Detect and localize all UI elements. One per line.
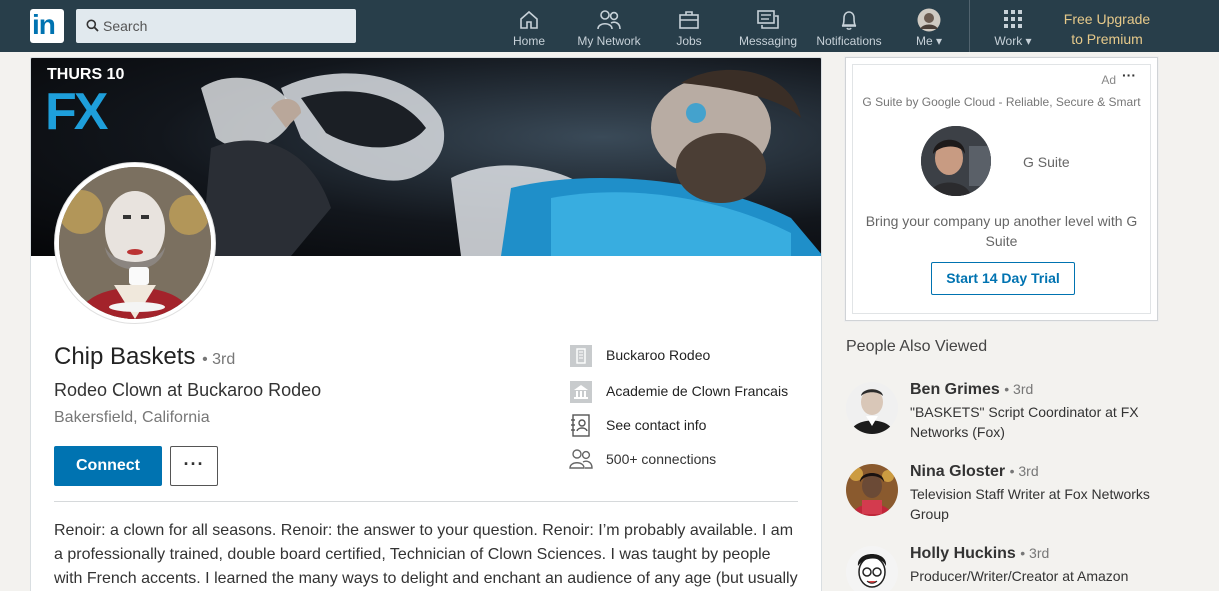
person-photo-art (846, 382, 898, 434)
profile-name-text: Chip Baskets (54, 343, 196, 370)
linkedin-logo[interactable]: in (30, 9, 64, 43)
ad-message: Bring your company up another level with… (865, 213, 1138, 249)
person-name: Ben Grimes • 3rd (910, 381, 1033, 399)
person-name-text: Ben Grimes (910, 381, 1000, 398)
messaging-icon (757, 10, 779, 29)
section-divider (54, 501, 798, 502)
search-icon (86, 19, 99, 32)
people-also-viewed-title: People Also Viewed (846, 338, 988, 355)
nav-jobs[interactable]: Jobs (664, 0, 714, 52)
work-text: Work (994, 34, 1023, 48)
fx-logo: FX (45, 83, 108, 141)
profile-photo-image (59, 167, 211, 319)
person-degree: • 3rd (1020, 545, 1050, 561)
search-placeholder: Search (103, 18, 148, 34)
person-headline: Producer/Writer/Creator at Amazon Studio… (910, 568, 1129, 591)
people-icon (597, 10, 621, 30)
nav-messaging-label: Messaging (738, 34, 798, 48)
premium-line-1: Free Upgrade (1063, 11, 1151, 27)
people-also-viewed-item[interactable]: Nina Gloster • 3rd Television Staff Writ… (846, 463, 1166, 522)
ad-options-button[interactable]: ··· (1122, 67, 1136, 83)
contact-info-text: See contact info (606, 417, 707, 433)
connect-button[interactable]: Connect (54, 446, 162, 486)
school-icon (570, 381, 592, 403)
ad-user-photo (921, 126, 991, 196)
nav-divider (969, 0, 970, 52)
nav-notifications-label: Notifications (816, 34, 882, 48)
profile-card: THURS 10 FX Chip Baskets • 3rd Rodeo Clo… (30, 57, 822, 591)
search-input[interactable]: Search (76, 9, 356, 43)
bell-icon (841, 11, 857, 30)
more-actions-button[interactable]: ··· (170, 446, 218, 486)
grid-icon (1004, 10, 1022, 28)
ad-brand-logo: G Suite (1023, 154, 1070, 170)
about-summary: Renoir: a clown for all seasons. Renoir:… (54, 522, 798, 587)
people-also-viewed-item[interactable]: Ben Grimes • 3rd "BASKETS" Script Coordi… (846, 381, 1166, 440)
person-headline: "BASKETS" Script Coordinator at FX Netwo… (910, 404, 1139, 440)
profile-location: Bakersfield, California (54, 409, 210, 426)
nav-me-label: Me ▾ (915, 34, 943, 48)
nav-work[interactable]: Work ▾ (988, 0, 1038, 52)
person-name-text: Nina Gloster (910, 463, 1006, 480)
profile-photo-art (59, 167, 211, 319)
person-photo (846, 464, 898, 516)
nav-notifications[interactable]: Notifications (811, 0, 887, 52)
nav-messaging[interactable]: Messaging (734, 0, 802, 52)
logo-text: in (32, 9, 56, 40)
premium-upgrade-link[interactable]: Free Upgrade to Premium (1052, 9, 1162, 49)
ad-photo-art (921, 126, 991, 196)
person-photo-art (846, 464, 898, 516)
ad-content: Ad ··· G Suite by Google Cloud - Reliabl… (852, 64, 1151, 314)
person-degree: • 3rd (1009, 463, 1039, 479)
person-name: Holly Huckins • 3rd (910, 545, 1049, 563)
current-company-name: Buckaroo Rodeo (606, 347, 711, 363)
start-trial-button[interactable]: Start 14 Day Trial (931, 262, 1075, 295)
person-degree: • 3rd (1004, 381, 1034, 397)
company-icon (570, 345, 592, 367)
connections-count: 500+ connections (606, 451, 717, 467)
person-photo (846, 382, 898, 434)
nav-jobs-label: Jobs (676, 34, 702, 48)
premium-line-2: to Premium (1071, 31, 1143, 47)
person-headline: Television Staff Writer at Fox Networks … (910, 486, 1150, 522)
me-text: Me (915, 34, 933, 48)
ad-label: Ad (1101, 73, 1116, 87)
top-nav: in Search Home My Network Jobs Messaging… (0, 0, 1219, 52)
contact-card-icon (571, 414, 590, 437)
profile-name: Chip Baskets • 3rd (54, 343, 235, 371)
nav-home-label: Home (512, 34, 545, 48)
nav-my-network[interactable]: My Network (571, 0, 647, 52)
nav-my-network-label: My Network (577, 34, 641, 48)
profile-photo[interactable] (55, 163, 215, 323)
person-photo (846, 546, 898, 591)
connections-icon (569, 449, 593, 469)
home-icon (520, 10, 538, 29)
profile-headline: Rodeo Clown at Buckaroo Rodeo (54, 380, 322, 400)
nav-work-label: Work ▾ (994, 34, 1032, 48)
person-name: Nina Gloster • 3rd (910, 463, 1039, 481)
people-also-viewed-item[interactable]: Holly Huckins • 3rd Producer/Writer/Crea… (846, 545, 1166, 591)
briefcase-icon (679, 11, 699, 29)
person-name-text: Holly Huckins (910, 545, 1016, 562)
education-name: Academie de Clown Francais (606, 383, 789, 399)
nav-me[interactable]: Me ▾ (905, 0, 953, 52)
ad-card: Ad ··· G Suite by Google Cloud - Reliabl… (845, 57, 1158, 321)
person-photo-art (846, 546, 898, 591)
ad-sponsor: G Suite by Google Cloud - Reliable, Secu… (862, 95, 1141, 109)
nav-home[interactable]: Home (504, 0, 554, 52)
avatar-icon (917, 8, 941, 32)
connection-degree: • 3rd (202, 351, 236, 368)
